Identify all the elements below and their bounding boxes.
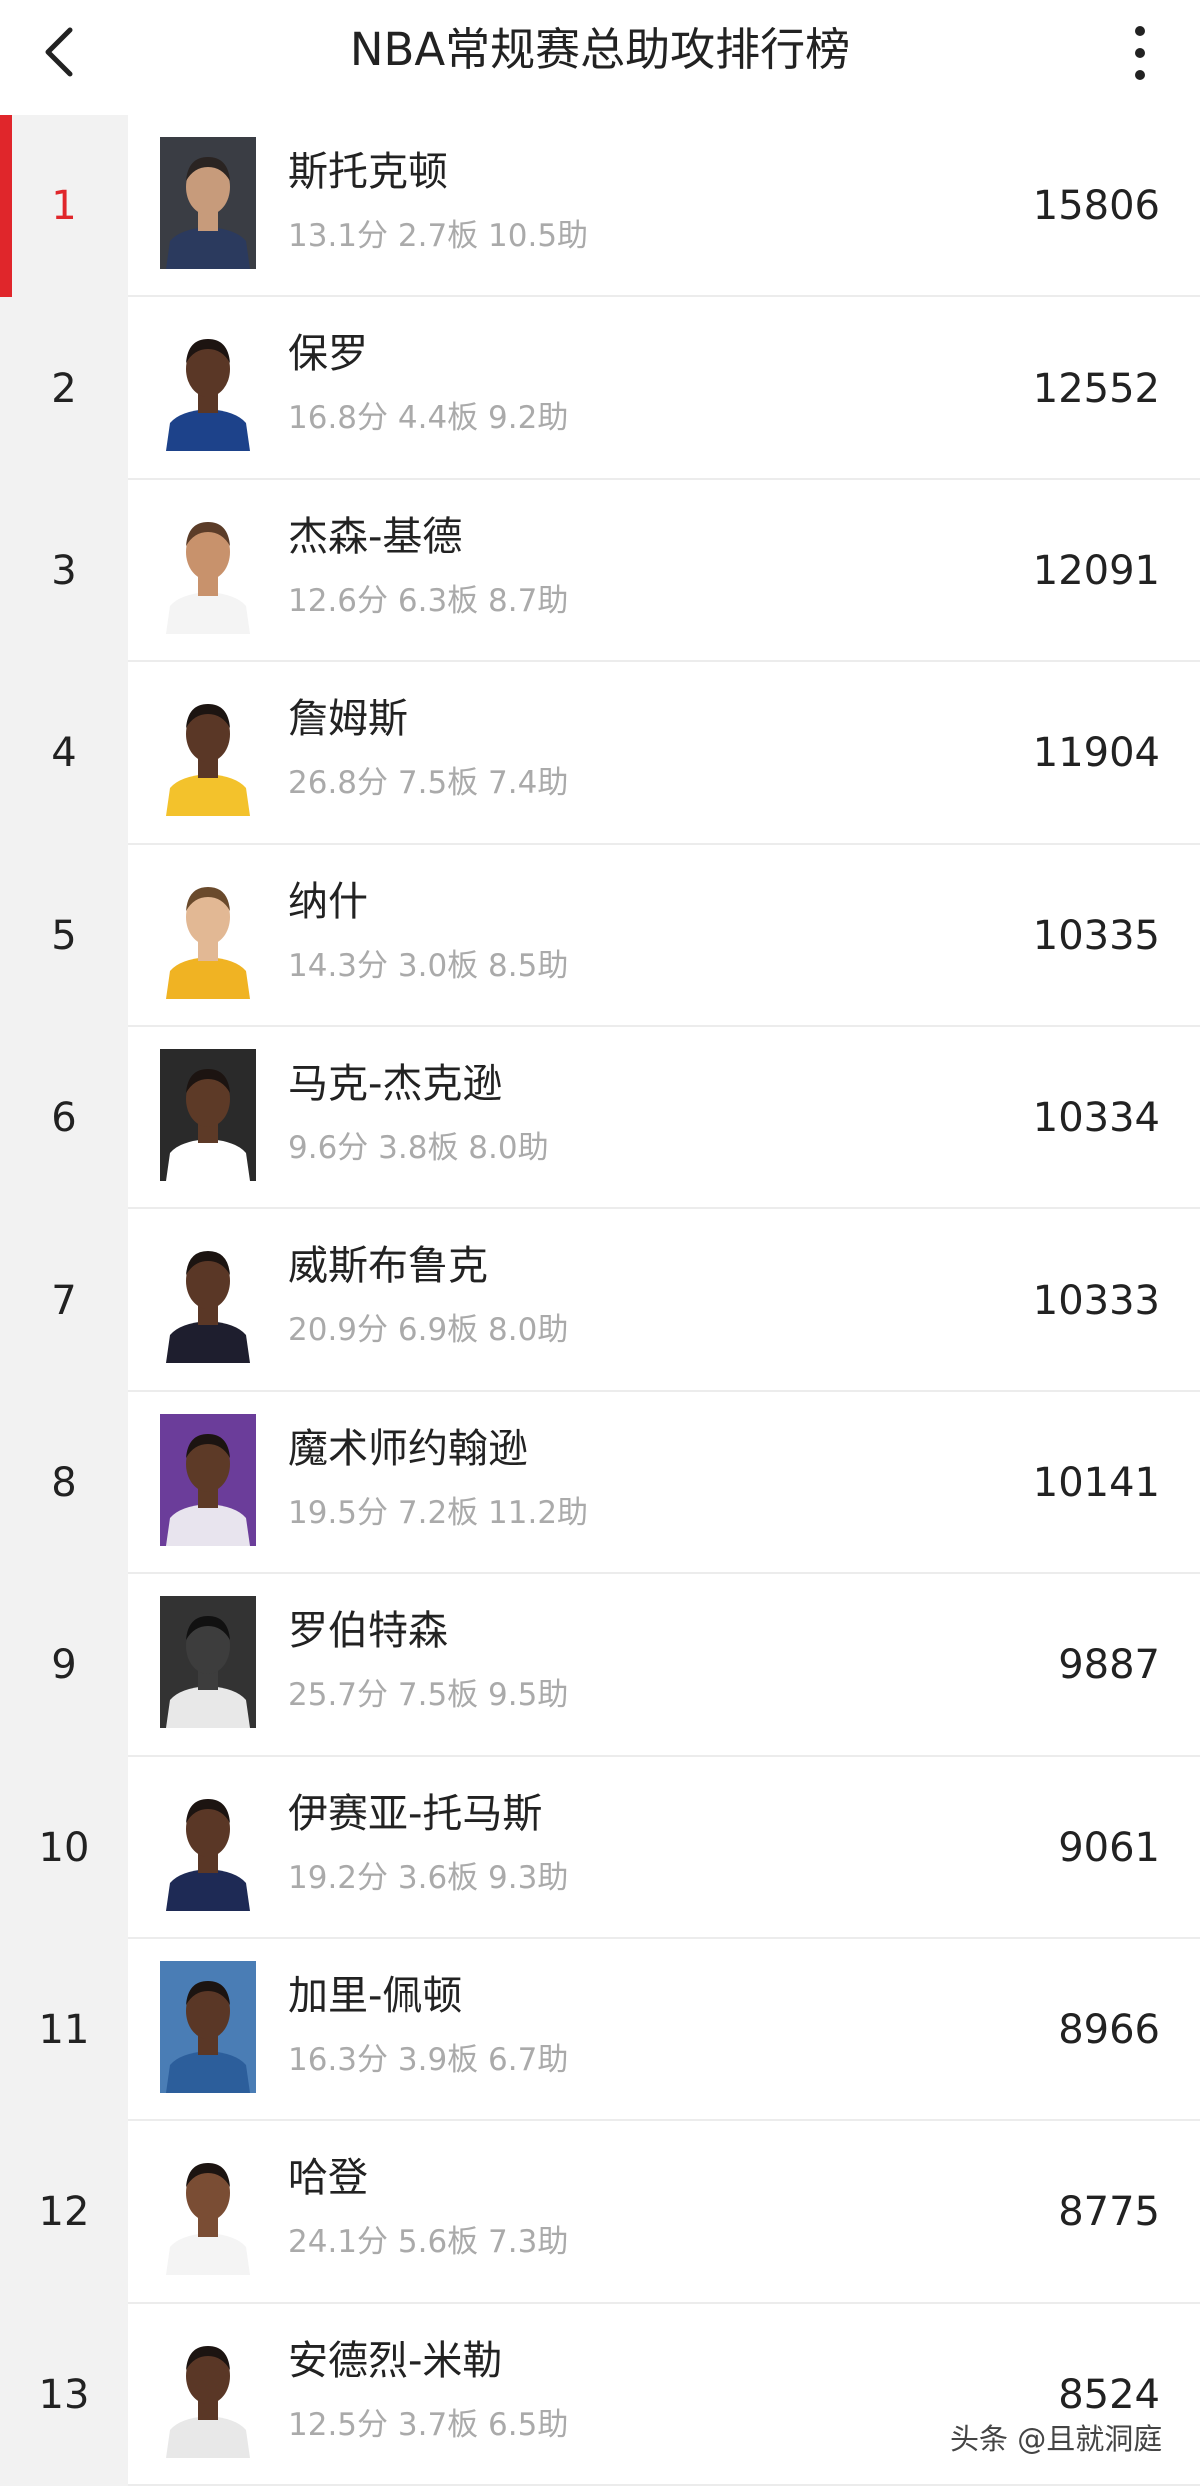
player-name: 哈登 <box>288 2155 368 2202</box>
ranking-row[interactable]: 12 哈登 24.1分 5.6板 7.3助 8775 <box>0 2121 1200 2304</box>
player-stats: 14.3分 3.0板 8.5助 <box>288 947 569 984</box>
ranking-row[interactable]: 8 魔术师约翰逊 19.5分 7.2板 11.2助 10141 <box>0 1391 1200 1575</box>
player-name: 保罗 <box>288 331 368 378</box>
player-avatar <box>160 1960 256 2093</box>
rank-cell: 1 <box>0 115 128 298</box>
ranking-row[interactable]: 13 安德烈-米勒 12.5分 3.7板 6.5助 8524 <box>0 2303 1200 2486</box>
rank-number: 7 <box>51 1277 77 1324</box>
player-stats: 9.6分 3.8板 8.0助 <box>288 1129 549 1166</box>
rank-cell: 3 <box>0 479 128 663</box>
player-stats: 12.6分 6.3板 8.7助 <box>288 582 569 619</box>
app-header: NBA常规赛总助攻排行榜 <box>0 0 1200 115</box>
player-name: 安德烈-米勒 <box>288 2337 503 2384</box>
player-avatar <box>160 1778 256 1911</box>
total-assists: 10141 <box>1032 1459 1160 1506</box>
ranking-row[interactable]: 1 斯托克顿 13.1分 2.7板 10.5助 15806 <box>0 115 1200 298</box>
player-name: 马克-杰克逊 <box>288 1060 503 1107</box>
rank-cell: 7 <box>0 1209 128 1392</box>
player-avatar <box>160 501 256 634</box>
total-assists: 9887 <box>1058 1642 1160 1689</box>
player-stats: 19.2分 3.6板 9.3助 <box>288 1859 569 1896</box>
ranking-row[interactable]: 11 加里-佩顿 16.3分 3.9板 6.7助 8966 <box>0 1938 1200 2122</box>
rank-number: 13 <box>38 2371 90 2418</box>
rank-number: 3 <box>51 547 77 594</box>
player-avatar <box>160 137 256 269</box>
rank-cell: 11 <box>0 1938 128 2122</box>
rank-number: 10 <box>38 1824 90 1871</box>
rank-number: 11 <box>38 2007 90 2054</box>
player-avatar <box>160 1413 256 1546</box>
more-options-button[interactable] <box>1110 20 1170 86</box>
total-assists: 15806 <box>1032 183 1160 230</box>
rank-number: 12 <box>38 2189 90 2236</box>
player-name: 斯托克顿 <box>288 149 448 195</box>
rank-number: 6 <box>51 1095 77 1142</box>
rank-cell: 10 <box>0 1756 128 1939</box>
player-stats: 25.7分 7.5板 9.5助 <box>288 1677 569 1714</box>
rank-number: 5 <box>51 912 77 959</box>
ranking-row[interactable]: 5 纳什 14.3分 3.0板 8.5助 10335 <box>0 844 1200 1027</box>
ranking-row[interactable]: 10 伊赛亚-托马斯 19.2分 3.6板 9.3助 9061 <box>0 1756 1200 1939</box>
player-stats: 13.1分 2.7板 10.5助 <box>288 218 589 254</box>
total-assists: 8524 <box>1058 2371 1160 2418</box>
player-avatar <box>160 684 256 817</box>
player-name: 魔术师约翰逊 <box>288 1425 528 1472</box>
ranking-row[interactable]: 3 杰森-基德 12.6分 6.3板 8.7助 12091 <box>0 479 1200 663</box>
ranking-row[interactable]: 6 马克-杰克逊 9.6分 3.8板 8.0助 10334 <box>0 1026 1200 1210</box>
total-assists: 10334 <box>1032 1095 1160 1142</box>
player-stats: 19.5分 7.2板 11.2助 <box>288 1494 589 1531</box>
player-avatar <box>160 319 256 452</box>
player-name: 杰森-基德 <box>288 513 463 560</box>
total-assists: 12091 <box>1032 547 1160 594</box>
total-assists: 10333 <box>1032 1277 1160 1324</box>
more-vertical-icon <box>1135 26 1145 80</box>
player-name: 纳什 <box>288 878 368 925</box>
rank-number: 1 <box>51 183 77 230</box>
player-stats: 12.5分 3.7板 6.5助 <box>288 2406 569 2443</box>
ranking-row[interactable]: 2 保罗 16.8分 4.4板 9.2助 12552 <box>0 297 1200 480</box>
player-stats: 26.8分 7.5板 7.4助 <box>288 765 569 802</box>
player-avatar <box>160 2325 256 2458</box>
player-name: 詹姆斯 <box>288 696 408 743</box>
rank-number: 4 <box>51 730 77 777</box>
player-avatar <box>160 1231 256 1364</box>
player-stats: 16.3分 3.9板 6.7助 <box>288 2041 569 2078</box>
rank-cell: 4 <box>0 662 128 845</box>
player-avatar <box>160 2143 256 2276</box>
rank-cell: 9 <box>0 1574 128 1757</box>
player-name: 伊赛亚-托马斯 <box>288 1790 543 1837</box>
player-avatar <box>160 1596 256 1729</box>
ranking-row[interactable]: 9 罗伯特森 25.7分 7.5板 9.5助 9887 <box>0 1574 1200 1757</box>
rank-number: 9 <box>51 1642 77 1689</box>
total-assists: 10335 <box>1032 912 1160 959</box>
ranking-list: 1 斯托克顿 13.1分 2.7板 10.5助 15806 2 保罗 16.8分 4.4板 … <box>0 115 1200 2486</box>
player-avatar <box>160 1048 256 1181</box>
player-stats: 20.9分 6.9板 8.0助 <box>288 1312 569 1349</box>
player-name: 加里-佩顿 <box>288 1972 463 2019</box>
player-stats: 24.1分 5.6板 7.3助 <box>288 2224 569 2261</box>
player-name: 威斯布鲁克 <box>288 1243 488 1290</box>
rank-cell: 5 <box>0 844 128 1027</box>
watermark-text: 头条 @且就洞庭 <box>950 2422 1163 2456</box>
player-stats: 16.8分 4.4板 9.2助 <box>288 400 569 437</box>
ranking-row[interactable]: 4 詹姆斯 26.8分 7.5板 7.4助 11904 <box>0 662 1200 845</box>
total-assists: 9061 <box>1058 1824 1160 1871</box>
total-assists: 12552 <box>1032 365 1160 412</box>
rank-cell: 8 <box>0 1391 128 1575</box>
rank-number: 2 <box>51 365 77 412</box>
total-assists: 11904 <box>1032 730 1160 777</box>
back-button[interactable] <box>30 22 90 82</box>
total-assists: 8775 <box>1058 2189 1160 2236</box>
rank-cell: 2 <box>0 297 128 480</box>
player-name: 罗伯特森 <box>288 1608 448 1655</box>
player-avatar <box>160 866 256 999</box>
total-assists: 8966 <box>1058 2007 1160 2054</box>
rank-cell: 12 <box>0 2121 128 2304</box>
rank-cell: 13 <box>0 2303 128 2486</box>
rank-cell: 6 <box>0 1026 128 1210</box>
page-title: NBA常规赛总助攻排行榜 <box>349 23 851 76</box>
chevron-left-icon <box>45 27 73 77</box>
rank-number: 8 <box>51 1459 77 1506</box>
ranking-row[interactable]: 7 威斯布鲁克 20.9分 6.9板 8.0助 10333 <box>0 1209 1200 1392</box>
